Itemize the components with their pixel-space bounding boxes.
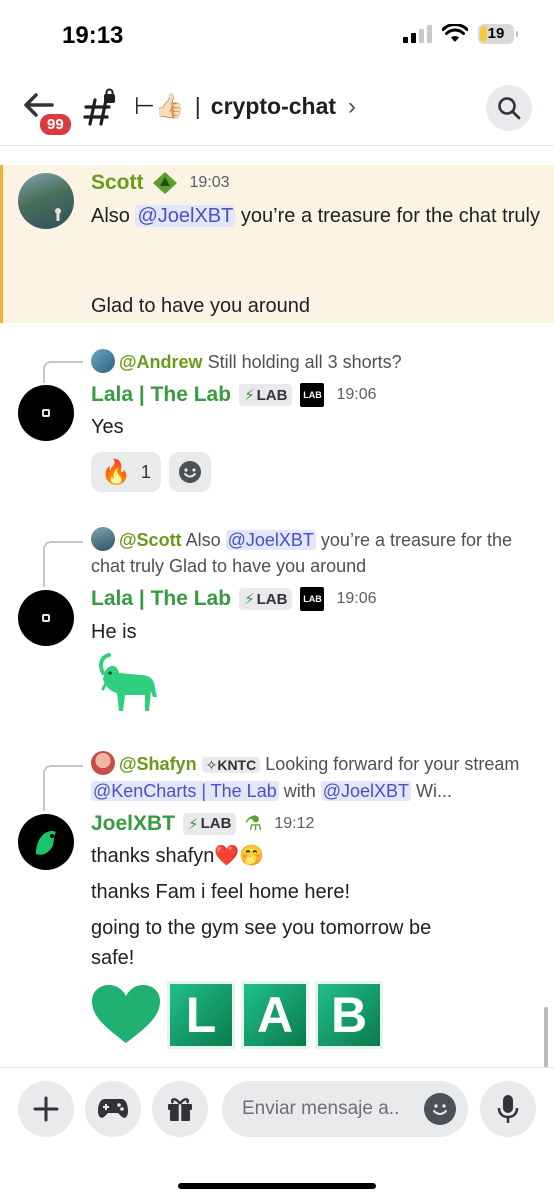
letter-tile-b: B bbox=[315, 981, 383, 1049]
scrollbar[interactable] bbox=[544, 1007, 548, 1067]
activities-button[interactable] bbox=[85, 1081, 141, 1137]
avatar[interactable] bbox=[18, 814, 74, 870]
signal-icon bbox=[403, 25, 432, 43]
green-fire-icon: 🔥 bbox=[101, 458, 131, 486]
status-icons: 19 bbox=[403, 24, 518, 44]
mic-icon bbox=[497, 1095, 519, 1123]
add-reaction-button[interactable] bbox=[168, 452, 211, 492]
name-row: Lala | The Lab ⚡ LAB LAB 19:06 bbox=[91, 383, 377, 407]
user-mention[interactable]: @JoelXBT bbox=[135, 205, 236, 227]
gift-icon bbox=[168, 1098, 192, 1121]
reply-preview[interactable]: @Shafyn ✧KNTC Looking forward for your s… bbox=[91, 751, 541, 804]
message-content: He is bbox=[91, 621, 137, 643]
name-row: Scott 19:03 bbox=[91, 171, 230, 195]
message-lala-1[interactable]: @Andrew Still holding all 3 shorts? Lala… bbox=[0, 347, 554, 507]
search-button[interactable] bbox=[486, 85, 532, 131]
status-time: 19:13 bbox=[62, 22, 124, 49]
bolt-icon: ⚡ bbox=[244, 591, 255, 608]
role-tag: ⚡ LAB bbox=[239, 384, 293, 406]
author-name[interactable]: JoelXBT bbox=[91, 812, 175, 836]
green-heart-icon bbox=[91, 981, 161, 1049]
reaction-count: 1 bbox=[140, 461, 151, 482]
timestamp: 19:12 bbox=[274, 814, 315, 832]
hash-lock-icon bbox=[82, 88, 118, 128]
reply-avatar bbox=[91, 751, 115, 775]
emoji-picker-button[interactable] bbox=[424, 1093, 456, 1125]
lab-emoji-row: L A B bbox=[91, 981, 383, 1049]
author-name[interactable]: Lala | The Lab bbox=[91, 587, 231, 611]
reply-connector bbox=[43, 361, 83, 383]
reply-connector bbox=[43, 765, 83, 811]
channel-separator: | bbox=[194, 93, 201, 119]
flask-icon: ⚗ bbox=[244, 813, 263, 835]
reactions: 🔥 1 bbox=[91, 452, 211, 492]
bolt-icon: ⚡ bbox=[188, 815, 199, 833]
role-icon bbox=[152, 172, 177, 194]
add-reaction-icon bbox=[178, 461, 201, 483]
letter-tile-a: A bbox=[241, 981, 309, 1049]
avatar[interactable] bbox=[18, 385, 74, 441]
battery-level: 19 bbox=[487, 25, 505, 42]
message-list[interactable]: Scott 19:03 Also @JoelXBT you’re a treas… bbox=[0, 147, 554, 1067]
role-tag: ⚡ LAB bbox=[239, 588, 293, 610]
message-placeholder: Enviar mensaje a.. bbox=[242, 1098, 400, 1119]
channel-title[interactable]: ⊢👍🏻 | crypto-chat › bbox=[134, 92, 356, 121]
plus-icon bbox=[33, 1096, 59, 1122]
reply-avatar bbox=[91, 527, 115, 551]
home-indicator bbox=[178, 1183, 376, 1189]
timestamp: 19:06 bbox=[336, 590, 377, 607]
gamepad-icon bbox=[98, 1099, 128, 1118]
author-name[interactable]: Scott bbox=[91, 171, 144, 195]
unread-badge: 99 bbox=[38, 112, 73, 137]
battery-icon: 19 bbox=[478, 24, 518, 44]
composer-bar: Enviar mensaje a.. bbox=[0, 1067, 554, 1199]
search-icon bbox=[498, 97, 521, 120]
avatar[interactable] bbox=[18, 590, 74, 646]
add-attachment-button[interactable] bbox=[18, 1081, 74, 1137]
message-content: thanks shafyn❤️🤭 bbox=[91, 845, 265, 867]
channel-name: crypto-chat bbox=[210, 93, 337, 119]
timestamp: 19:06 bbox=[336, 386, 377, 403]
message-scott[interactable]: Scott 19:03 Also @JoelXBT you’re a treas… bbox=[0, 165, 554, 323]
reply-preview[interactable]: @Andrew Still holding all 3 shorts? bbox=[91, 349, 541, 375]
reply-preview[interactable]: @Scott Also @JoelXBT you’re a treasure f… bbox=[91, 527, 541, 579]
voice-message-button[interactable] bbox=[480, 1081, 536, 1137]
channel-header: 99 ⊢👍🏻 | crypto-chat › bbox=[0, 70, 554, 146]
avatar[interactable] bbox=[18, 173, 74, 229]
message-content: going to the gym see you tomorrow be saf… bbox=[91, 917, 432, 969]
goat-emoji bbox=[91, 651, 163, 724]
reply-avatar bbox=[91, 349, 115, 373]
reaction-fire[interactable]: 🔥 1 bbox=[91, 452, 161, 492]
message-content: Yes bbox=[91, 416, 124, 438]
role-tag: ✧KNTC bbox=[201, 757, 261, 773]
message-content-line2: Glad to have you around bbox=[91, 295, 311, 317]
name-row: JoelXBT ⚡ LAB ⚗ 19:12 bbox=[91, 811, 314, 836]
author-name[interactable]: Lala | The Lab bbox=[91, 383, 231, 407]
message-joelxbt[interactable]: @Shafyn ✧KNTC Looking forward for your s… bbox=[0, 751, 554, 1067]
wifi-icon bbox=[442, 24, 468, 42]
gift-button[interactable] bbox=[152, 1081, 208, 1137]
message-content: thanks Fam i feel home here! bbox=[91, 881, 351, 903]
lab-logo: LAB bbox=[300, 383, 325, 407]
message-content: Also @JoelXBT you’re a treasure for the … bbox=[91, 205, 540, 227]
timestamp: 19:03 bbox=[189, 174, 230, 191]
message-lala-2[interactable]: @Scott Also @JoelXBT you’re a treasure f… bbox=[0, 527, 554, 727]
name-row: Lala | The Lab ⚡ LAB LAB 19:06 bbox=[91, 587, 377, 611]
role-tag: ⚡ LAB bbox=[183, 812, 237, 835]
channel-emoji: ⊢👍🏻 bbox=[134, 93, 185, 120]
status-bar: 19:13 19 bbox=[0, 0, 554, 70]
bolt-icon: ⚡ bbox=[244, 387, 255, 404]
reply-connector bbox=[43, 541, 83, 587]
message-input[interactable]: Enviar mensaje a.. bbox=[222, 1081, 468, 1137]
lab-logo: LAB bbox=[300, 587, 325, 611]
emoji-icon bbox=[433, 1104, 447, 1115]
letter-tile-l: L bbox=[167, 981, 235, 1049]
chevron-right-icon: › bbox=[348, 92, 357, 120]
